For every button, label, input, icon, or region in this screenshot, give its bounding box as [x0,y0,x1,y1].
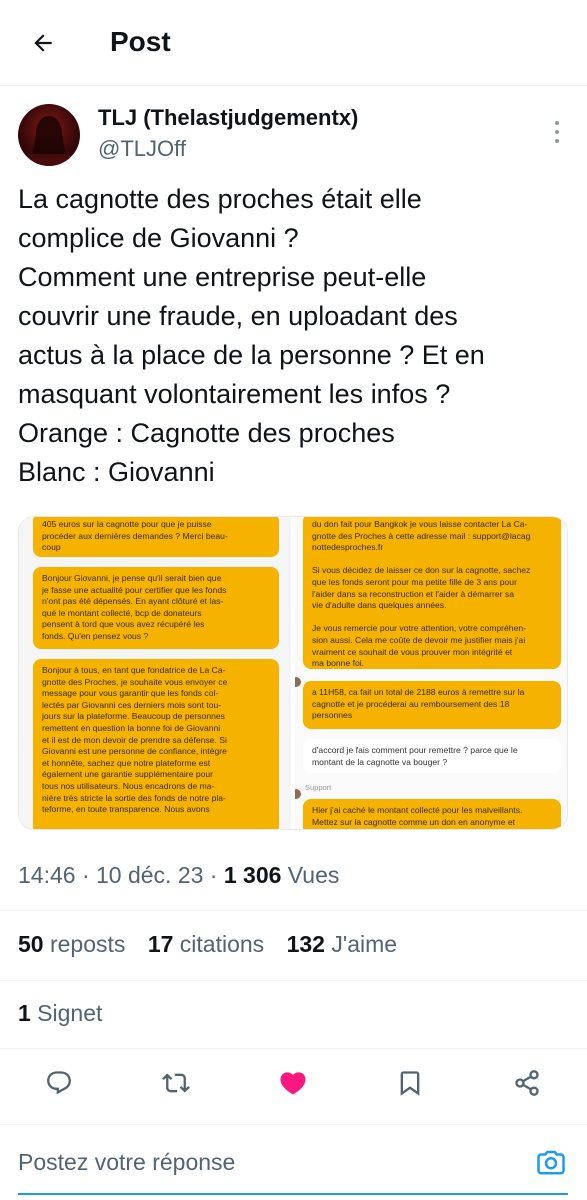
reply-input[interactable] [18,1149,518,1176]
reply-icon [47,1071,71,1095]
timestamp[interactable]: 14:46 · 10 déc. 23 · [18,862,224,888]
orange-message-bubble: 405 euros sur la cagnotte pour que je pu… [33,517,279,557]
support-label: Support [305,783,332,792]
share-button[interactable] [510,1066,544,1100]
divider [0,980,587,981]
reply-underline [18,1193,568,1195]
share-icon [515,1070,539,1096]
quotes-stat[interactable]: 17 citations [148,931,264,958]
camera-button[interactable] [534,1145,568,1179]
orange-message-bubble: Bonjour à tous, en tant que fondatrice d… [33,659,279,829]
tweet-line: masquant volontairement les infos ? [18,379,451,409]
camera-icon [537,1150,565,1175]
reply-bar [0,1124,587,1200]
engagement-stats: 50 reposts 17 citations 132 J'aime [18,931,413,958]
heart-icon [280,1072,306,1095]
divider [0,910,587,911]
author-name[interactable]: TLJ (Thelastjudgementx) [98,105,358,131]
tweet-line: Comment une entreprise peut-elle [18,262,427,292]
bookmarks-stat[interactable]: 1 Signet [18,1000,102,1027]
contact-avatar [295,677,301,687]
divider [0,1048,587,1049]
more-dot-icon [555,139,559,143]
orange-message-bubble: Bonjour Giovanni, je pense qu'il serait … [33,567,279,649]
tweet-line: complice de Giovanni ? [18,223,299,253]
retweet-button[interactable] [159,1066,193,1100]
white-message-bubble: d'accord je fais comment pour remettre ?… [303,739,561,773]
reply-button[interactable] [42,1066,76,1100]
bookmark-icon [400,1071,420,1096]
tweet-line: actus à la place de la personne ? Et en [18,340,485,370]
tweet-line: couvrir une fraude, en uploadant des [18,301,458,331]
media-image-left[interactable]: 405 euros sur la cagnotte pour que je pu… [19,517,291,829]
avatar[interactable] [18,104,80,166]
retweet-icon [162,1073,190,1093]
tweet-timestamp-row: 14:46 · 10 déc. 23 · 1 306 Vues [18,862,339,889]
more-dot-icon [555,121,559,125]
tweet-line: La cagnotte des proches était elle [18,184,422,214]
bookmark-button[interactable] [393,1066,427,1100]
views-count: 1 306 [223,862,282,888]
tweet-line: Blanc : Giovanni [18,457,215,487]
orange-message-bubble: Hier j'ai caché le montant collecté pour… [303,799,561,829]
tweet-text: La cagnotte des proches était elle compl… [18,180,568,492]
author-handle[interactable]: @TLJOff [98,136,186,162]
page-title: Post [110,26,171,57]
orange-message-bubble: du don fait pour Bangkok je vous laisse … [303,517,561,669]
likes-stat[interactable]: 132 J'aime [287,931,398,958]
action-bar [0,1058,587,1108]
more-options-button[interactable] [546,118,568,146]
top-bar: Post [0,0,587,86]
views-label: Vues [281,862,340,888]
reposts-stat[interactable]: 50 reposts [18,931,125,958]
arrow-left-icon [34,34,52,52]
contact-avatar [295,789,301,799]
media-image-right[interactable]: du don fait pour Bangkok je vous laisse … [295,517,567,829]
like-button[interactable] [276,1066,310,1100]
orange-message-bubble: a 11H58, ca fait un total de 2188 euros … [303,681,561,729]
more-dot-icon [555,130,559,134]
back-button[interactable] [22,22,64,64]
tweet-media[interactable]: 405 euros sur la cagnotte pour que je pu… [18,516,568,830]
tweet-line: Orange : Cagnotte des proches [18,418,395,448]
avatar-image [28,116,70,166]
